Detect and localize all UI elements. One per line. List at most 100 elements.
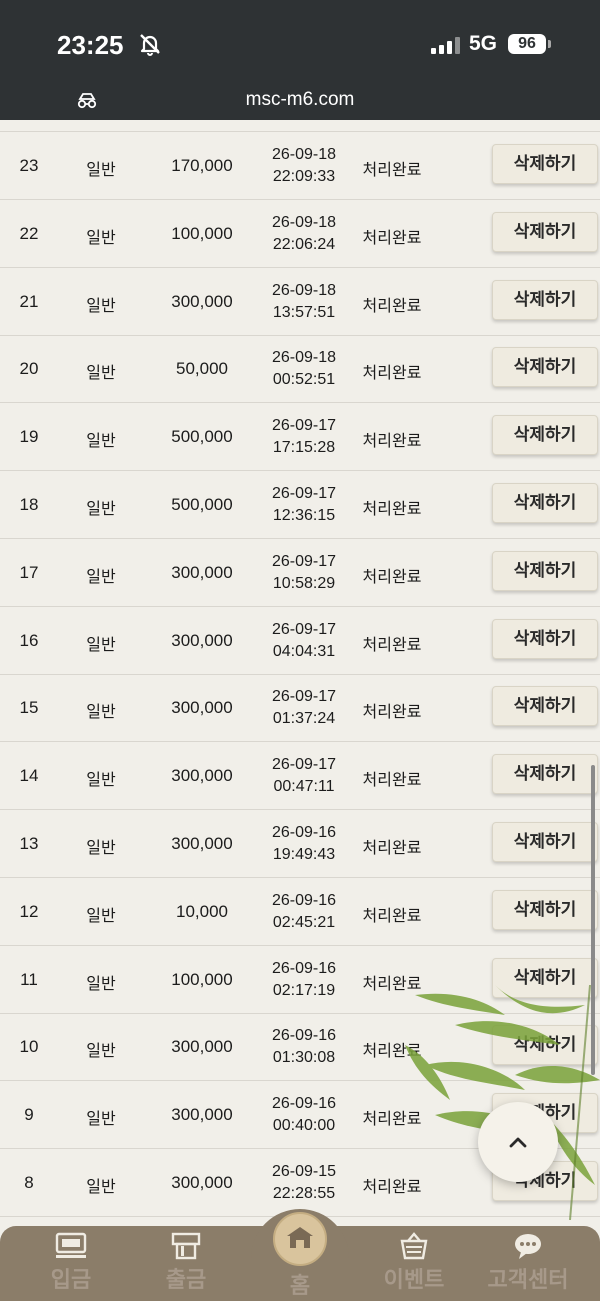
row-amount: 500,000: [171, 427, 233, 447]
row-number: 23: [19, 156, 39, 175]
row-type: 일반: [86, 840, 116, 857]
delete-button[interactable]: 삭제하기: [492, 211, 598, 252]
row-type: 일반: [86, 297, 116, 315]
row-date: 26-09-17: [271, 485, 337, 502]
row-date: 26-09-17: [271, 620, 337, 638]
delete-button[interactable]: 삭제하기: [492, 822, 598, 862]
scroll-top-button[interactable]: [478, 1102, 558, 1182]
row-amount: 500,000: [171, 495, 233, 514]
row-type: 일반: [86, 1043, 116, 1061]
row-time: 22:09:33: [272, 168, 336, 185]
delete-button[interactable]: 삭제하기: [492, 889, 598, 930]
row-time: 13:57:51: [272, 303, 336, 321]
battery-tip: [548, 40, 551, 48]
row-type: 일반: [86, 229, 116, 247]
row-datetime: 26-09-16 02:17:19: [258, 958, 350, 1002]
row-number: 9: [24, 1105, 34, 1125]
row-type: 일반: [86, 1179, 116, 1196]
row-number: 15: [19, 698, 39, 718]
row-date: 26-09-16: [271, 1027, 337, 1045]
table-row: 23 일반 170,000 처리완료 26-09-18 22:09:33 삭제하기: [0, 132, 600, 200]
row-type: 일반: [86, 636, 116, 654]
delete-button[interactable]: 삭제하기: [492, 144, 598, 184]
row-time: 00:40:00: [272, 1117, 336, 1135]
row-number: 12: [19, 901, 39, 921]
nav-support-label: 고객센터: [487, 1268, 569, 1293]
row-amount: 10,000: [176, 901, 228, 921]
delete-button[interactable]: 삭제하기: [492, 415, 598, 456]
nav-deposit[interactable]: 입금: [16, 1232, 126, 1294]
signal-icon: [431, 36, 460, 54]
row-number: 19: [19, 427, 39, 447]
row-time: 22:28:55: [272, 1185, 336, 1202]
row-amount: 300,000: [171, 562, 233, 582]
row-status: 처리완료: [362, 229, 422, 247]
row-time: 01:30:08: [272, 1049, 336, 1067]
row-number: 17: [19, 562, 39, 582]
table-row: 17 일반 300,000 처리완료 26-09-17 10:58:29 삭제하기: [0, 539, 600, 607]
row-datetime: 26-09-17 17:15:28: [258, 415, 350, 459]
row-type: 일반: [86, 568, 116, 586]
row-number: 18: [19, 495, 39, 514]
row-date: 26-09-15: [271, 1163, 337, 1180]
row-datetime: 26-09-16 19:49:43: [258, 822, 350, 866]
row-date: 26-09-17: [271, 756, 337, 774]
nav-support[interactable]: 고객센터: [473, 1232, 583, 1294]
row-time: 01:37:24: [272, 710, 336, 728]
row-date: 26-09-17: [271, 417, 337, 435]
row-amount: 170,000: [171, 156, 233, 175]
basket-icon: [400, 1232, 428, 1260]
row-time: 10:58:29: [272, 574, 336, 592]
row-amount: 300,000: [171, 1173, 233, 1192]
row-status: 처리완료: [362, 772, 422, 790]
nav-withdraw-label: 출금: [165, 1268, 207, 1293]
row-number: 8: [24, 1173, 34, 1192]
row-amount: 50,000: [176, 359, 228, 379]
delete-button[interactable]: 삭제하기: [492, 550, 598, 591]
nav-home-label: 홈: [289, 1274, 311, 1299]
delete-button[interactable]: 삭제하기: [492, 618, 598, 659]
cash-icon: [55, 1232, 87, 1258]
row-amount: 300,000: [171, 834, 233, 853]
row-time: 02:17:19: [272, 981, 336, 999]
row-datetime: 26-09-16 00:40:00: [258, 1093, 350, 1137]
row-number: 21: [19, 291, 39, 311]
url-bar[interactable]: msc-m6.com: [0, 89, 600, 111]
row-number: 22: [19, 223, 39, 243]
row-time: 12:36:15: [272, 507, 336, 524]
table-row: 21 일반 300,000 처리완료 26-09-18 13:57:51 삭제하기: [0, 268, 600, 336]
row-status: 처리완료: [362, 907, 422, 925]
row-number: 10: [19, 1037, 39, 1057]
status-time: 23:25: [57, 30, 124, 60]
delete-button[interactable]: 삭제하기: [492, 483, 598, 523]
row-datetime: 26-09-18 13:57:51: [258, 280, 350, 324]
delete-button[interactable]: 삭제하기: [492, 686, 598, 727]
nav-withdraw[interactable]: 출금: [131, 1232, 241, 1294]
row-number: 11: [20, 969, 38, 989]
table-row: 16 일반 300,000 처리완료 26-09-17 04:04:31 삭제하기: [0, 607, 600, 675]
nav-home[interactable]: [273, 1212, 327, 1266]
row-date: 26-09-18: [271, 281, 337, 299]
row-datetime: 26-09-18 22:06:24: [258, 212, 350, 256]
row-date: 26-09-18: [271, 146, 337, 163]
row-number: 14: [19, 766, 39, 786]
delete-button[interactable]: 삭제하기: [492, 279, 598, 320]
row-number: 20: [19, 359, 39, 379]
row-date: 26-09-16: [271, 824, 337, 841]
row-amount: 300,000: [171, 630, 233, 650]
network-type: 5G: [469, 32, 498, 55]
row-time: 00:47:11: [273, 778, 335, 796]
row-amount: 100,000: [171, 223, 233, 243]
row-number: 13: [19, 834, 39, 853]
row-amount: 100,000: [171, 969, 233, 989]
delete-button[interactable]: 삭제하기: [492, 754, 598, 795]
row-amount: 300,000: [171, 291, 233, 311]
battery-icon: 96: [508, 34, 546, 54]
table-row: 22 일반 100,000 처리완료 26-09-18 22:06:24 삭제하기: [0, 200, 600, 268]
scrollbar[interactable]: [591, 765, 595, 1075]
table-row: 20 일반 50,000 처리완료 26-09-18 00:52:51 삭제하기: [0, 335, 600, 404]
nav-event[interactable]: 이벤트: [359, 1232, 469, 1294]
delete-button[interactable]: 삭제하기: [492, 347, 598, 388]
row-status: 처리완료: [362, 297, 422, 315]
row-type: 일반: [86, 1111, 116, 1129]
